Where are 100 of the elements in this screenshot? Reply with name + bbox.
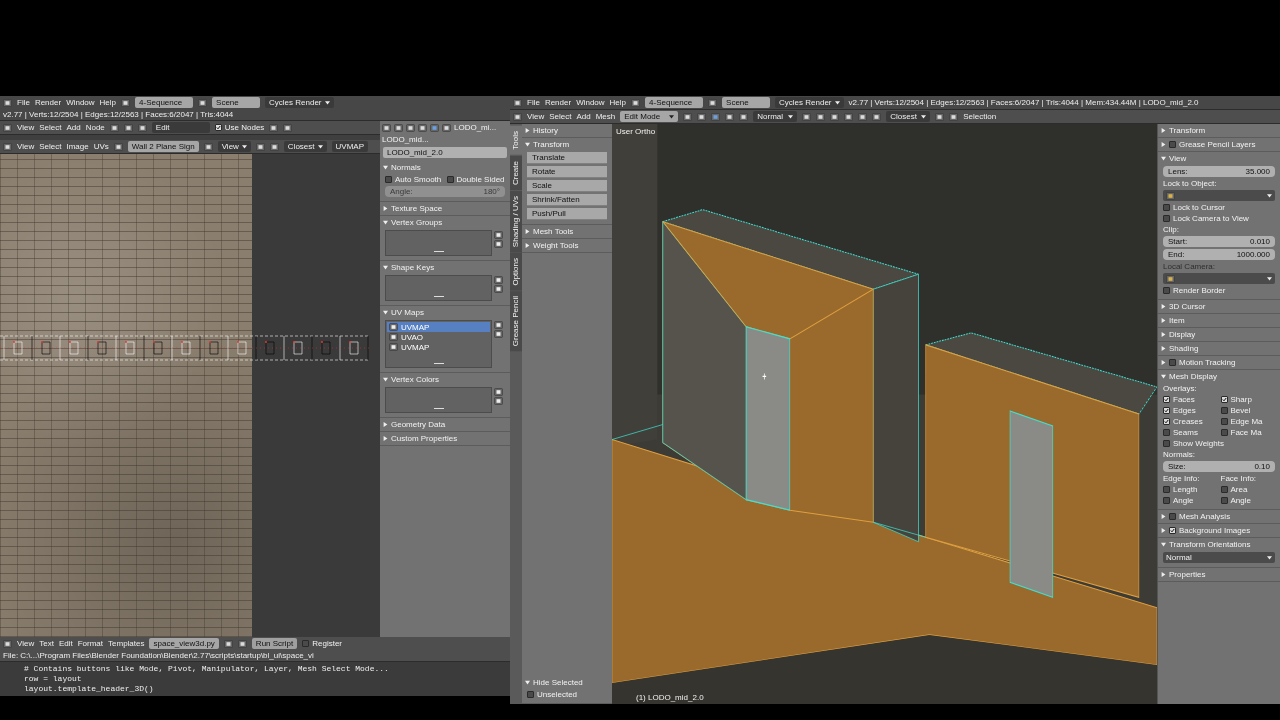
panel-header[interactable]: Motion Tracking: [1161, 357, 1277, 368]
tool-button[interactable]: Rotate: [527, 166, 607, 178]
menu-item[interactable]: Add: [576, 112, 591, 121]
checkbox[interactable]: [1220, 396, 1228, 403]
panel-header[interactable]: Mesh Tools: [525, 226, 609, 237]
checkbox[interactable]: [1220, 418, 1228, 425]
panel-header[interactable]: Normals: [383, 162, 507, 173]
panel-header[interactable]: Hide Selected: [525, 677, 609, 688]
text-file-field[interactable]: space_view3d.py: [149, 638, 219, 649]
tool-button[interactable]: Scale: [527, 180, 607, 192]
panel-header[interactable]: Mesh Analysis: [1161, 511, 1277, 522]
mode-dropdown[interactable]: Edit Mode: [620, 111, 679, 122]
number-field[interactable]: Start: 0.010: [1163, 236, 1275, 247]
menu-item[interactable]: Node: [85, 123, 105, 132]
panel-header[interactable]: UV Maps: [383, 307, 507, 318]
image-field[interactable]: Wall 2 Plane Sign: [127, 141, 199, 152]
checkbox[interactable]: [1163, 204, 1170, 211]
list-item[interactable]: UVAO: [387, 332, 490, 342]
panel-header[interactable]: Properties: [1161, 569, 1277, 580]
menu-item[interactable]: Select: [39, 123, 62, 132]
tool-tab[interactable]: Tools: [510, 126, 522, 155]
menu-item[interactable]: View: [17, 639, 35, 648]
checkbox[interactable]: [1169, 359, 1176, 366]
panel-header[interactable]: Vertex Groups: [383, 217, 507, 228]
menu-item[interactable]: Image: [66, 142, 89, 151]
dropdown[interactable]: [1163, 273, 1275, 284]
tool-button[interactable]: Translate: [527, 152, 607, 164]
checkbox[interactable]: [214, 124, 222, 131]
panel-header[interactable]: Weight Tools: [525, 240, 609, 251]
menu-item[interactable]: Mesh: [595, 112, 616, 121]
tool-tab[interactable]: Shading / UVs: [510, 190, 522, 252]
checkbox[interactable]: [1163, 486, 1170, 493]
checkbox[interactable]: [1163, 497, 1170, 504]
dropdown[interactable]: [1163, 190, 1275, 201]
checkbox[interactable]: [1169, 513, 1176, 520]
panel-header[interactable]: Transform: [1161, 125, 1277, 136]
checkbox[interactable]: [1163, 429, 1170, 436]
checkbox[interactable]: [302, 640, 310, 647]
menu-item[interactable]: Text: [39, 639, 54, 648]
panel-header[interactable]: 3D Cursor: [1161, 301, 1277, 312]
panel-header[interactable]: Background Images: [1161, 525, 1277, 536]
checkbox[interactable]: [1220, 486, 1228, 493]
panel-header[interactable]: Transform: [525, 139, 609, 150]
panel-header[interactable]: Item: [1161, 315, 1277, 326]
number-field[interactable]: Size: 0.10: [1163, 461, 1275, 472]
menu-item[interactable]: Add: [66, 123, 81, 132]
checkbox[interactable]: [1163, 440, 1170, 447]
checkbox[interactable]: [1163, 418, 1170, 425]
checkbox[interactable]: [1163, 407, 1170, 414]
uv-map-dropdown[interactable]: UVMAP: [331, 141, 368, 152]
orientation-dropdown[interactable]: Normal: [753, 111, 798, 122]
menu-item[interactable]: View: [527, 112, 545, 121]
tool-button[interactable]: Shrink/Fatten: [527, 194, 607, 206]
menu-item[interactable]: UVs: [93, 142, 109, 151]
panel-header[interactable]: Shading: [1161, 343, 1277, 354]
render-engine-dropdown[interactable]: Cycles Render: [775, 97, 844, 108]
menu-item[interactable]: Help: [609, 98, 627, 107]
menu-item[interactable]: Render: [34, 98, 62, 107]
snap-dropdown[interactable]: Closest: [886, 111, 931, 122]
checkbox[interactable]: [1163, 287, 1170, 294]
list-item[interactable]: UVMAP: [387, 342, 490, 352]
material-field[interactable]: Edit: [151, 122, 210, 133]
menu-item[interactable]: Render: [544, 98, 572, 107]
checkbox[interactable]: [385, 176, 392, 183]
panel-header[interactable]: History: [525, 125, 609, 136]
menu-item[interactable]: File: [527, 98, 540, 107]
run-script-button[interactable]: Run Script: [251, 638, 298, 649]
panel-header[interactable]: Geometry Data: [383, 419, 507, 430]
menu-item[interactable]: Window: [576, 98, 605, 107]
checkbox[interactable]: [1163, 396, 1170, 403]
checkbox[interactable]: [1220, 407, 1228, 414]
checkbox[interactable]: [446, 176, 454, 183]
checkbox[interactable]: [1220, 429, 1228, 436]
checkbox[interactable]: [527, 691, 534, 698]
menu-item[interactable]: View: [17, 123, 35, 132]
menu-item[interactable]: Templates: [108, 639, 145, 648]
panel-header[interactable]: Mesh Display: [1161, 371, 1277, 382]
tool-button[interactable]: Push/Pull: [527, 208, 607, 220]
render-engine-dropdown[interactable]: Cycles Render: [265, 97, 334, 108]
number-field[interactable]: Lens: 35.000: [1163, 166, 1275, 177]
checkbox[interactable]: [1169, 527, 1176, 534]
screen-dropdown[interactable]: 4-Sequence: [645, 97, 704, 108]
tool-tab[interactable]: Grease Pencil: [510, 291, 522, 352]
checkbox[interactable]: [1163, 215, 1170, 222]
checkbox[interactable]: [1169, 141, 1176, 148]
menu-item[interactable]: Edit: [58, 639, 73, 648]
mesh-name-field[interactable]: LODO_mid_2.0: [383, 147, 507, 158]
panel-header[interactable]: Shape Keys: [383, 262, 507, 273]
screen-dropdown[interactable]: 4-Sequence: [135, 97, 194, 108]
menu-item[interactable]: Select: [549, 112, 572, 121]
panel-header[interactable]: Vertex Colors: [383, 374, 507, 385]
scene-dropdown[interactable]: Scene: [212, 97, 261, 108]
menu-item[interactable]: View: [17, 142, 35, 151]
menu-item[interactable]: Select: [39, 142, 62, 151]
number-field[interactable]: End: 1000.000: [1163, 249, 1275, 260]
menu-item[interactable]: Format: [77, 639, 103, 648]
panel-header[interactable]: Grease Pencil Layers: [1161, 139, 1277, 150]
menu-item[interactable]: Selection: [963, 112, 997, 121]
tool-tab[interactable]: Create: [510, 155, 522, 190]
list-item[interactable]: UVMAP: [387, 322, 490, 332]
